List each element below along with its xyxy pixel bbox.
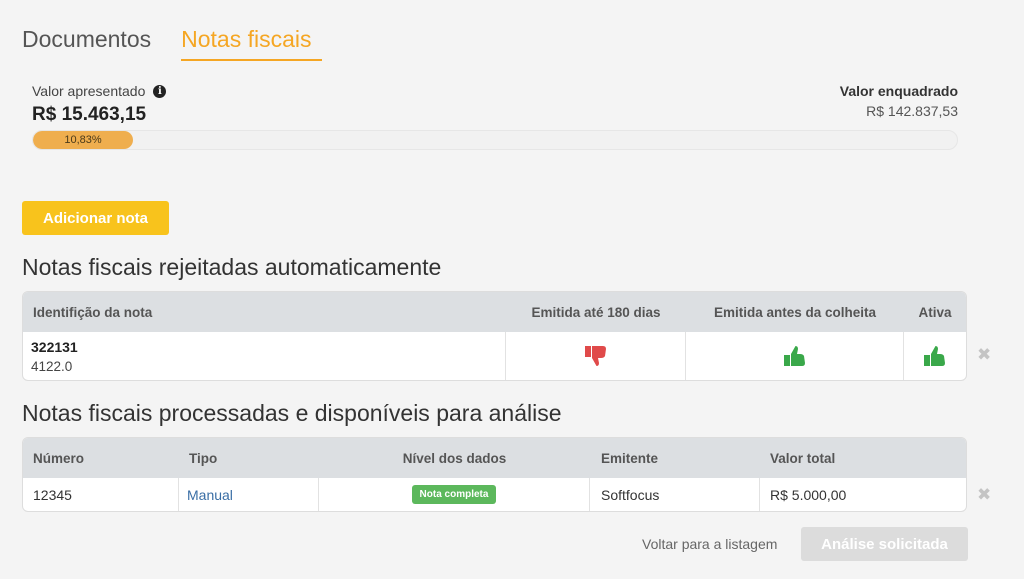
col-header-before-harvest: Emitida antes da colheita xyxy=(713,304,877,320)
analysis-requested-button[interactable]: Análise solicitada xyxy=(801,527,968,561)
col-header-identification: Identifição da nota xyxy=(33,304,153,320)
note-identification-cell: 322131 4122.0 xyxy=(23,332,506,380)
tab-bar: Documentos Notas fiscais xyxy=(22,26,352,61)
framed-value: R$ 142.837,53 xyxy=(866,103,958,119)
active-cell xyxy=(904,332,966,380)
processed-section-title: Notas fiscais processadas e disponíveis … xyxy=(22,400,562,426)
col-header-180-days: Emitida até 180 dias xyxy=(531,304,661,320)
col-header-active: Ativa xyxy=(918,304,952,320)
remove-processed-row-close-icon[interactable]: ✖ xyxy=(977,485,991,505)
tipo-link[interactable]: Manual xyxy=(187,487,233,503)
progress-bar: 10,83% xyxy=(32,130,958,150)
presented-value: R$ 15.463,15 xyxy=(32,104,147,125)
within-180-days-cell xyxy=(506,332,686,380)
numero-cell: 12345 xyxy=(23,478,179,511)
tipo-cell: Manual xyxy=(179,478,319,511)
note-sub-id: 4122.0 xyxy=(31,358,73,374)
thumbs-up-icon xyxy=(783,346,805,366)
processed-table-header: Número Tipo Nível dos dados Emitente Val… xyxy=(23,438,966,478)
framed-label: Valor enquadrado xyxy=(839,83,958,99)
presented-label-row: Valor apresentado i xyxy=(32,83,167,99)
processed-table: Número Tipo Nível dos dados Emitente Val… xyxy=(22,437,967,512)
before-harvest-cell xyxy=(686,332,904,380)
table-row: 12345 Manual Nota completa Softfocus R$ … xyxy=(23,478,966,511)
rejected-table: Identifição da nota Emitida até 180 dias… xyxy=(22,291,967,381)
nivel-cell: Nota completa xyxy=(319,478,590,511)
rejected-table-header: Identifição da nota Emitida até 180 dias… xyxy=(23,292,966,332)
back-to-list-link[interactable]: Voltar para a listagem xyxy=(642,536,777,552)
info-icon[interactable]: i xyxy=(153,84,167,98)
rejected-section-title: Notas fiscais rejeitadas automaticamente xyxy=(22,254,442,280)
thumbs-down-icon xyxy=(584,346,606,366)
col-header-valor-total: Valor total xyxy=(770,450,836,466)
col-header-nivel: Nível dos dados xyxy=(402,450,507,466)
presented-label: Valor apresentado xyxy=(32,83,146,99)
valor-total-cell: R$ 5.000,00 xyxy=(770,486,847,503)
col-header-numero: Número xyxy=(33,450,85,466)
progress-fill: 10,83% xyxy=(33,131,134,149)
note-id: 322131 xyxy=(31,338,78,355)
tab-notas-fiscais[interactable]: Notas fiscais xyxy=(181,26,322,61)
status-badge: Nota completa xyxy=(411,485,497,504)
col-header-emitente: Emitente xyxy=(601,450,659,466)
table-row: 322131 4122.0 xyxy=(23,332,966,380)
thumbs-up-icon xyxy=(924,346,945,366)
emitente-cell: Softfocus xyxy=(590,478,760,511)
col-header-tipo: Tipo xyxy=(189,450,218,466)
remove-rejected-row-close-icon[interactable]: ✖ xyxy=(977,345,991,365)
add-note-button[interactable]: Adicionar nota xyxy=(22,201,169,235)
tab-documentos[interactable]: Documentos xyxy=(22,26,151,61)
